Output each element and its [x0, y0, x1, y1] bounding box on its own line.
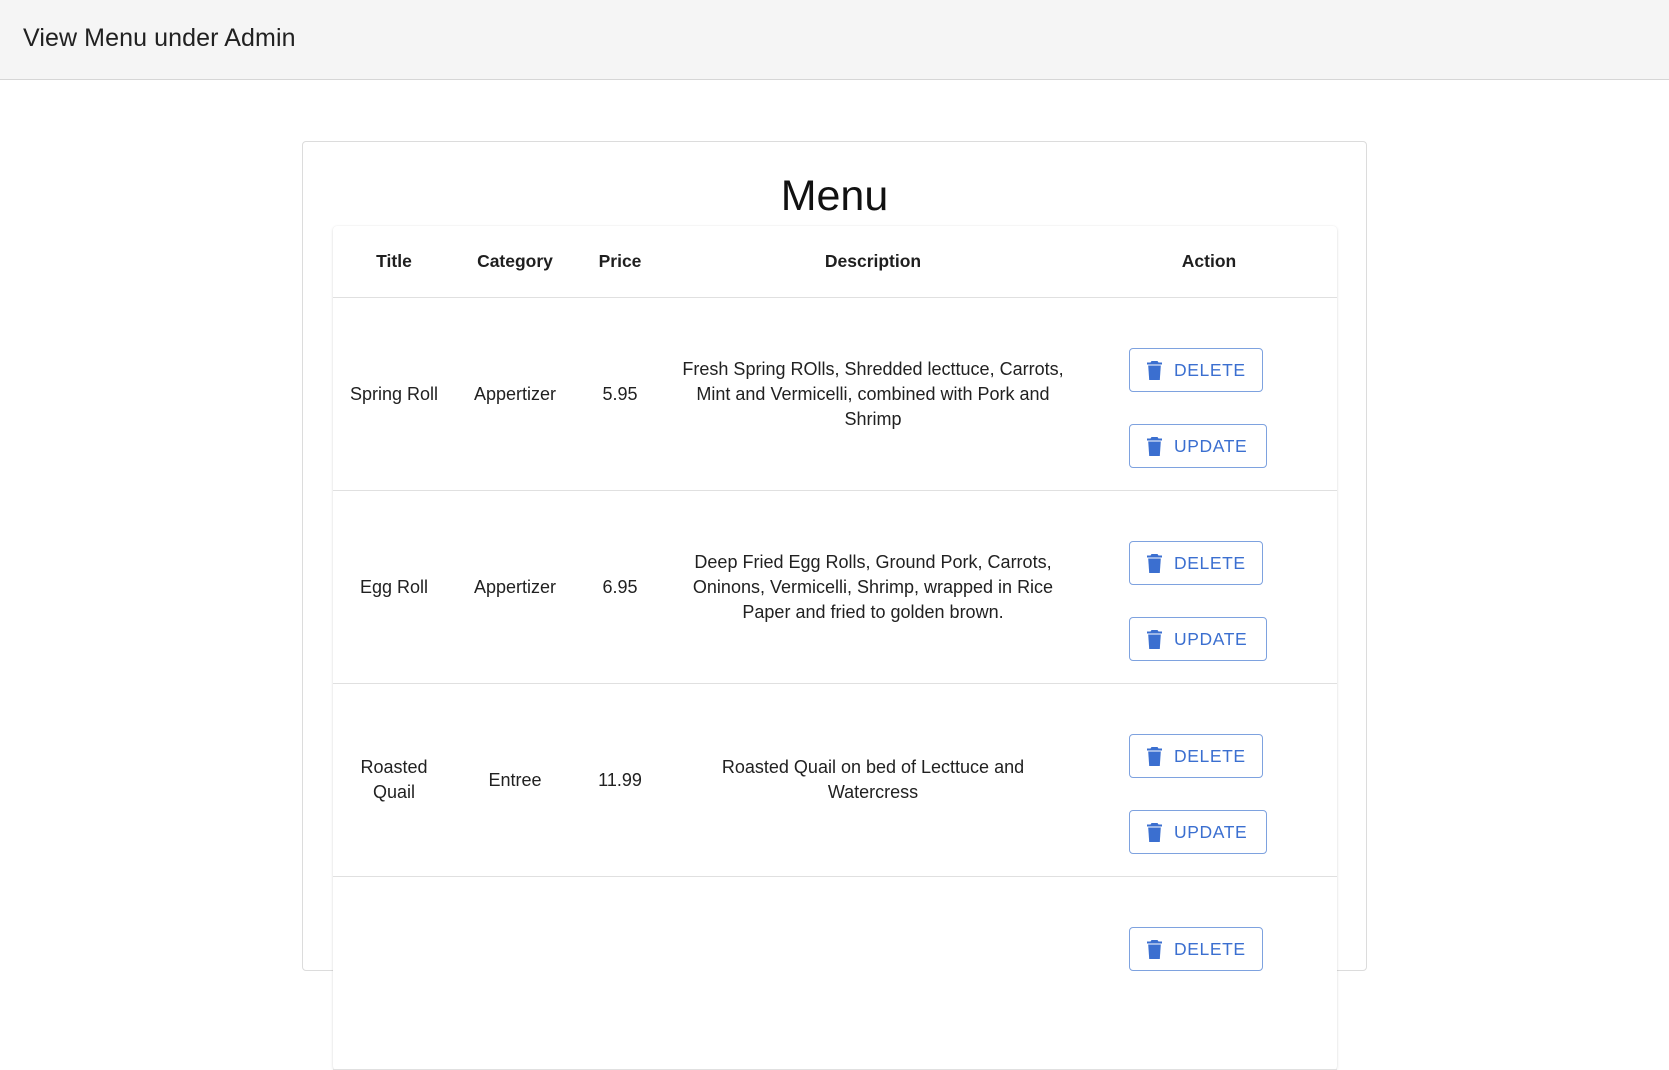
table-row: Egg Roll Appertizer 6.95 Deep Fried Egg … — [333, 491, 1337, 684]
item-description: Roasted Quail on bed of Lecttuce and Wat… — [721, 757, 1025, 802]
menu-title: Menu — [780, 172, 889, 220]
table-header-row: Title Category Price Description Action — [333, 226, 1337, 298]
trash-icon — [1147, 436, 1162, 456]
trash-icon — [1147, 822, 1162, 842]
app-bar: View Menu under Admin — [0, 0, 1669, 80]
item-description: Deep Fried Egg Rolls, Ground Pork, Carro… — [692, 551, 1054, 622]
trash-icon — [1147, 939, 1162, 959]
item-price: 5.95 — [602, 383, 638, 404]
trash-icon — [1147, 629, 1162, 649]
update-button[interactable]: UPDATE — [1129, 617, 1267, 661]
update-button-label: UPDATE — [1174, 821, 1248, 842]
delete-button-label: DELETE — [1174, 359, 1246, 380]
page-title: View Menu under Admin — [23, 24, 296, 52]
delete-button[interactable]: DELETE — [1129, 927, 1263, 971]
item-description: Fresh Spring ROlls, Shredded lecttuce, C… — [682, 358, 1064, 429]
item-price: 6.95 — [602, 576, 638, 597]
item-price: 11.99 — [598, 769, 642, 790]
delete-button[interactable]: DELETE — [1129, 734, 1263, 778]
item-title: Spring Roll — [349, 383, 439, 404]
menu-table: Title Category Price Description Action … — [333, 226, 1337, 1070]
update-button-label: UPDATE — [1174, 628, 1248, 649]
item-title — [333, 877, 455, 1069]
menu-card: Menu Title Category Price Description Ac… — [302, 141, 1367, 1070]
column-header-category: Category — [477, 251, 553, 271]
update-button-label: UPDATE — [1174, 435, 1248, 456]
table-row: Spring Roll Appertizer 5.95 Fresh Spring… — [333, 298, 1337, 491]
column-header-action: Action — [1181, 251, 1237, 271]
trash-icon — [1147, 746, 1162, 766]
table-row: Roasted Quail Entree 11.99 Roasted Quail… — [333, 684, 1337, 877]
item-category: Appertizer — [473, 576, 557, 597]
column-header-price: Price — [598, 251, 642, 271]
item-category — [455, 877, 575, 1069]
update-button[interactable]: UPDATE — [1129, 810, 1267, 854]
item-price — [575, 877, 665, 1069]
delete-button[interactable]: DELETE — [1129, 541, 1263, 585]
item-description — [665, 877, 1081, 1069]
delete-button[interactable]: DELETE — [1129, 348, 1263, 392]
column-header-description: Description — [824, 251, 922, 271]
delete-button-label: DELETE — [1174, 938, 1246, 959]
trash-icon — [1147, 553, 1162, 573]
delete-button-label: DELETE — [1174, 745, 1246, 766]
item-category: Entree — [488, 769, 542, 790]
table-row: DELETE — [333, 877, 1337, 1070]
item-title: Roasted Quail — [360, 757, 428, 802]
update-button[interactable]: UPDATE — [1129, 424, 1267, 468]
trash-icon — [1147, 360, 1162, 380]
item-title: Egg Roll — [359, 576, 429, 597]
column-header-title: Title — [376, 251, 412, 271]
delete-button-label: DELETE — [1174, 552, 1246, 573]
item-category: Appertizer — [473, 383, 557, 404]
